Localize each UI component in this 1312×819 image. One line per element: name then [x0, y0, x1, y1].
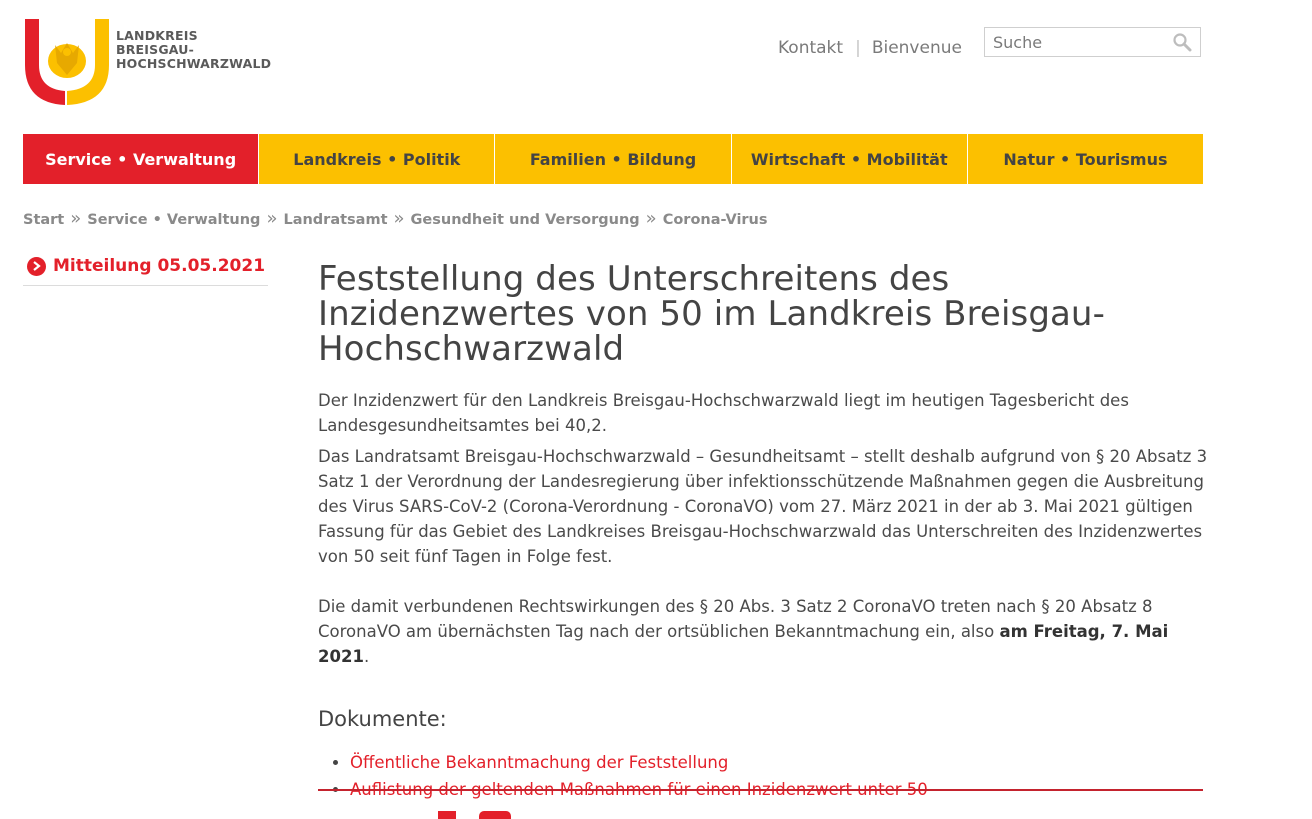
- sidebar-item-mitteilung[interactable]: Mitteilung 05.05.2021: [23, 256, 268, 286]
- article: Feststellung des Unterschreitens des Inz…: [318, 262, 1208, 803]
- sidebar-item-label: Mitteilung 05.05.2021: [53, 256, 266, 276]
- breadcrumb-separator: »: [393, 208, 405, 229]
- nav-wirtschaft-mobilitaet[interactable]: Wirtschaft • Mobilität: [730, 134, 967, 184]
- breadcrumb-separator: »: [645, 208, 657, 229]
- kontakt-link[interactable]: Kontakt: [778, 38, 843, 58]
- paragraph-rechtswirkung: Die damit verbundenen Rechtswirkungen de…: [318, 597, 1169, 666]
- share-icon[interactable]: [438, 811, 456, 819]
- site-logo[interactable]: LANDKREIS BREISGAU- HOCHSCHWARZWALD: [25, 19, 271, 105]
- list-item: Öffentliche Bekanntmachung der Feststell…: [350, 749, 1208, 776]
- print-icon[interactable]: [479, 811, 511, 819]
- breadcrumb-gesundheit[interactable]: Gesundheit und Versorgung: [411, 212, 640, 228]
- link-separator: |: [855, 38, 861, 58]
- chevron-right-icon: [27, 256, 46, 276]
- breadcrumb-corona-virus[interactable]: Corona-Virus: [663, 212, 768, 228]
- nav-natur-tourismus[interactable]: Natur • Tourismus: [966, 134, 1204, 184]
- documents-heading: Dokumente:: [318, 707, 447, 731]
- sidebar: Mitteilung 05.05.2021: [23, 256, 268, 286]
- nav-familien-bildung[interactable]: Familien • Bildung: [494, 134, 731, 184]
- utility-links: Kontakt | Bienvenue: [778, 38, 962, 58]
- documents-list: Öffentliche Bekanntmachung der Feststell…: [318, 749, 1208, 803]
- search-input[interactable]: [993, 33, 1163, 52]
- paragraph-feststellung: Das Landratsamt Breisgau-Hochschwarzwald…: [318, 447, 1208, 566]
- document-link-bekanntmachung[interactable]: Öffentliche Bekanntmachung der Feststell…: [350, 753, 728, 772]
- content-divider: [318, 789, 1203, 791]
- breadcrumb-service-verwaltung[interactable]: Service • Verwaltung: [87, 212, 260, 228]
- paragraph-inzidenz: Der Inzidenzwert für den Landkreis Breis…: [318, 391, 1129, 435]
- breadcrumb-start[interactable]: Start: [23, 212, 64, 228]
- breadcrumb-landratsamt[interactable]: Landratsamt: [283, 212, 387, 228]
- nav-landkreis-politik[interactable]: Landkreis • Politik: [258, 134, 495, 184]
- nav-service-verwaltung[interactable]: Service • Verwaltung: [23, 134, 259, 184]
- breadcrumb-separator: »: [266, 208, 278, 229]
- page-title: Feststellung des Unterschreitens des Inz…: [318, 259, 1105, 369]
- bienvenue-link[interactable]: Bienvenue: [872, 38, 962, 58]
- search-box: [984, 27, 1201, 57]
- coat-of-arms-icon: [25, 19, 109, 105]
- search-icon[interactable]: [1172, 32, 1192, 56]
- main-navigation: Service • Verwaltung Landkreis • Politik…: [23, 134, 1204, 184]
- breadcrumb-separator: »: [70, 208, 82, 229]
- breadcrumb: Start » Service • Verwaltung » Landratsamt » G…: [23, 208, 768, 229]
- logo-wordmark: LANDKREIS BREISGAU- HOCHSCHWARZWALD: [116, 28, 272, 71]
